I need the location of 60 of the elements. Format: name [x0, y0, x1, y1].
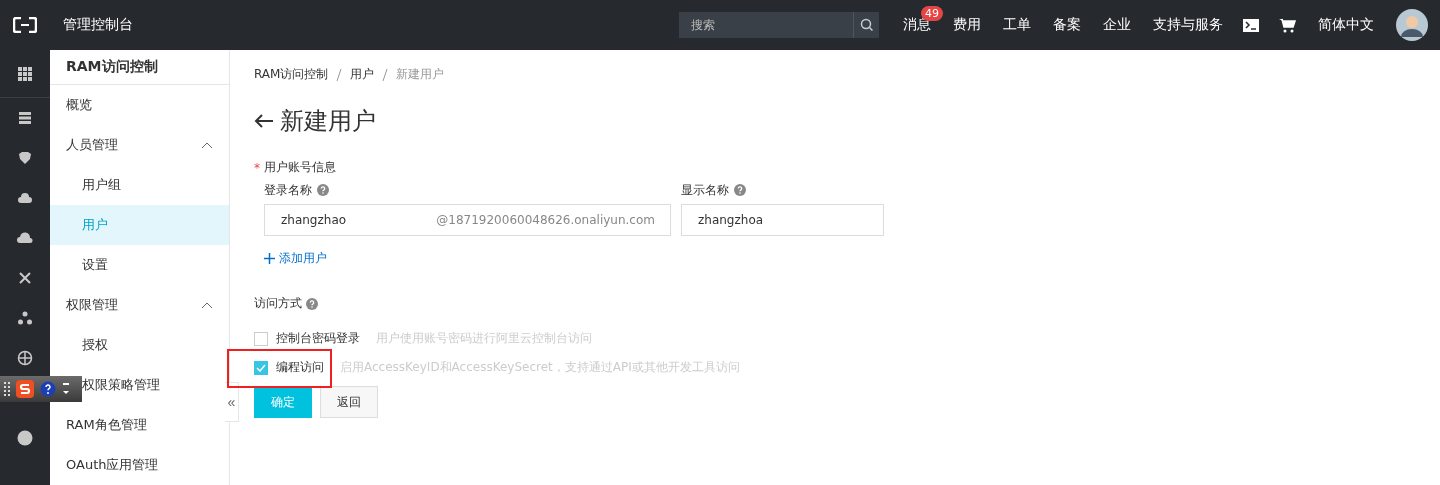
checkbox[interactable]: [254, 360, 268, 375]
cloud-icon[interactable]: [17, 190, 33, 206]
checkbox[interactable]: [254, 331, 268, 346]
option-label[interactable]: 编程访问: [276, 359, 324, 376]
breadcrumb-item[interactable]: 用户: [350, 66, 375, 83]
menu-icon: [62, 381, 70, 397]
sidebar-title: RAM访问控制: [50, 50, 229, 85]
sidebar-item[interactable]: OAuth应用管理: [50, 445, 229, 485]
grip-icon: [4, 382, 10, 396]
nav-link[interactable]: 工单: [1003, 16, 1031, 34]
plus-icon: [264, 253, 275, 264]
sidebar-item[interactable]: 设置: [50, 245, 229, 285]
search-field[interactable]: 搜索: [679, 12, 853, 38]
help-icon[interactable]: [734, 184, 746, 196]
help-icon[interactable]: [306, 297, 318, 310]
add-user-link[interactable]: 添加用户: [264, 250, 327, 267]
sidebar-item[interactable]: 用户组: [50, 165, 229, 205]
help-icon: [40, 381, 56, 397]
language-link[interactable]: 简体中文: [1318, 16, 1374, 34]
back-button[interactable]: 返回: [320, 386, 378, 418]
breadcrumb-item[interactable]: RAM访问控制: [254, 66, 329, 83]
display-name-field[interactable]: zhangzhoa: [681, 204, 884, 236]
option-label[interactable]: 控制台密码登录: [276, 330, 360, 347]
sidebar-item[interactable]: 授权: [50, 325, 229, 365]
grid-icon[interactable]: [18, 66, 32, 81]
chevron-up-icon: [201, 141, 213, 149]
sidebar-item[interactable]: 概览: [50, 85, 229, 125]
chevron-up-icon: [201, 301, 213, 309]
page-title: 新建用户: [280, 106, 376, 137]
sidebar-item[interactable]: 权限管理: [50, 285, 229, 325]
back-arrow-icon[interactable]: [254, 113, 274, 129]
domain-suffix: @1871920060048626.onaliyun.com: [436, 213, 655, 227]
nav-link[interactable]: 企业: [1103, 16, 1131, 34]
field-label: 登录名称: [264, 181, 312, 199]
ime-logo-icon: [16, 380, 34, 398]
field-label: 显示名称: [681, 181, 729, 199]
cart-icon[interactable]: [1279, 17, 1296, 33]
nav-link[interactable]: 备案: [1053, 16, 1081, 34]
sidebar-item[interactable]: 人员管理: [50, 125, 229, 165]
section-label: 用户账号信息: [264, 159, 336, 176]
console-title: 管理控制台: [63, 16, 133, 34]
globe-icon[interactable]: [17, 350, 33, 366]
nodes-icon[interactable]: [17, 310, 33, 326]
collapse-button[interactable]: «: [225, 382, 239, 422]
ime-toolbar[interactable]: [0, 376, 82, 402]
nav-link[interactable]: 支持与服务: [1153, 16, 1223, 34]
server-icon[interactable]: [17, 110, 33, 126]
breadcrumb-separator: [382, 68, 389, 81]
section-label: 访问方式: [254, 295, 302, 312]
nav-link[interactable]: 费用: [953, 16, 981, 34]
required-asterisk: *: [254, 160, 260, 175]
search-icon[interactable]: [853, 12, 879, 38]
breadcrumb-separator: [336, 68, 343, 81]
logo-icon[interactable]: [13, 17, 37, 33]
shield-icon[interactable]: [17, 150, 33, 166]
help-icon[interactable]: [317, 184, 329, 196]
breadcrumb-item: 新建用户: [396, 66, 445, 83]
avatar[interactable]: [1396, 9, 1428, 41]
circle-icon[interactable]: [17, 430, 33, 446]
terminal-icon[interactable]: [1243, 18, 1259, 32]
